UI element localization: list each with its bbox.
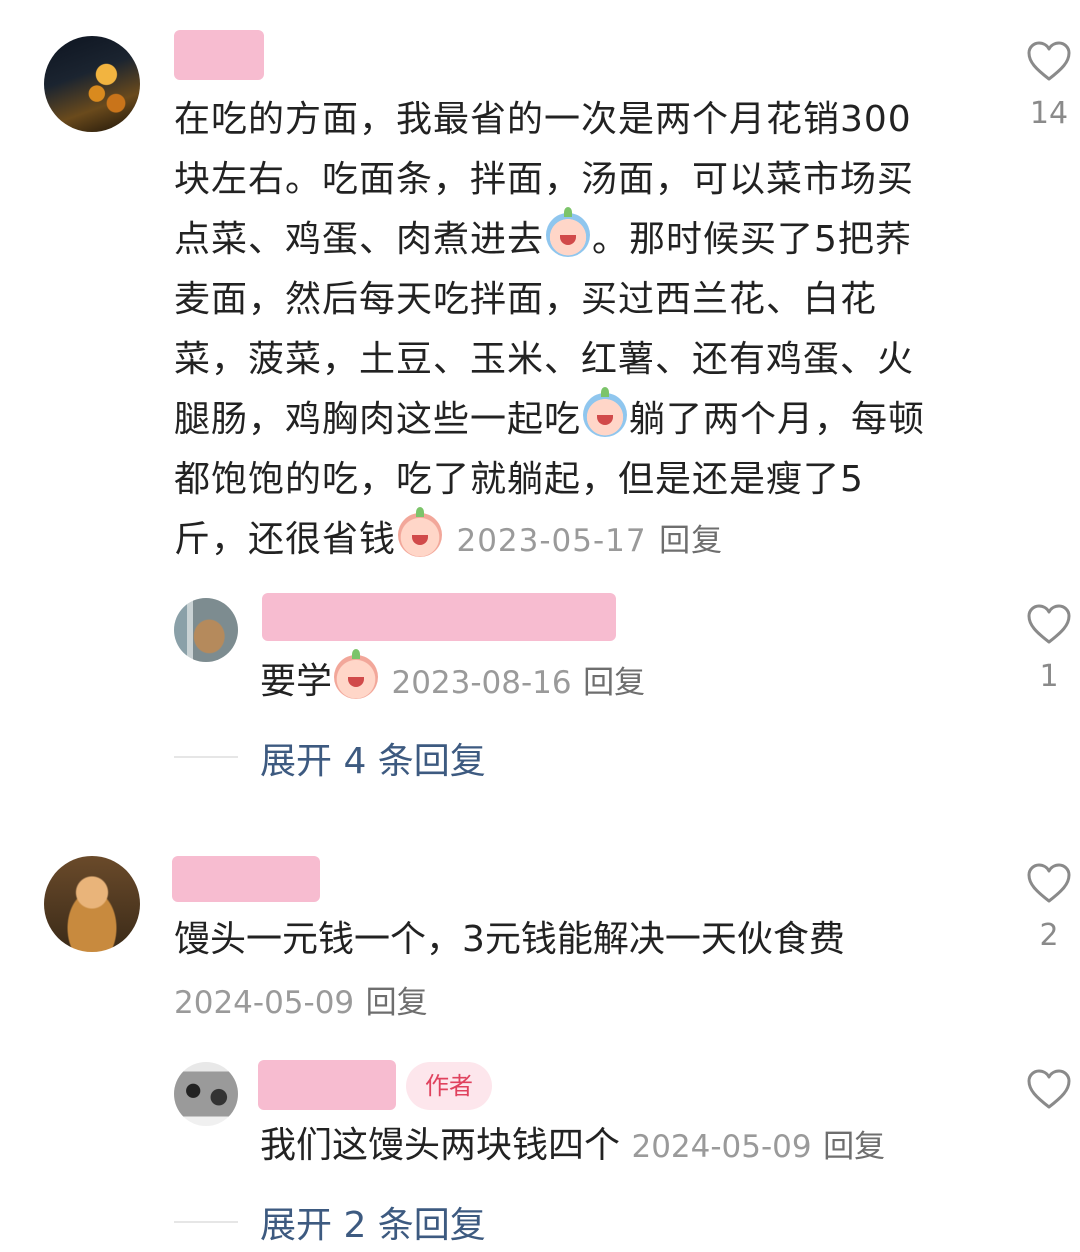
- username-redacted[interactable]: [258, 1060, 396, 1110]
- comment-text: 馒头一元钱一个，3元钱能解决一天伙食费: [174, 919, 845, 960]
- crying-emoji-icon: [583, 387, 628, 437]
- comment-thread: 在吃的方面，我最省的一次是两个月花销300 块左右。吃面条，拌面，汤面，可以菜市…: [0, 0, 1080, 1252]
- reply-button[interactable]: 回复: [366, 985, 428, 1021]
- heart-outline-icon: [1027, 604, 1071, 644]
- comment-line: 点菜、鸡蛋、肉煮进去 。那时候买了5把荞: [174, 207, 974, 270]
- username-redacted[interactable]: [172, 856, 320, 902]
- like-button[interactable]: [1019, 1068, 1079, 1110]
- comment-line: 斤，还很省钱 2023-05-17 回复: [174, 507, 974, 571]
- avatar[interactable]: [174, 1062, 238, 1126]
- heart-outline-icon: [1027, 41, 1071, 81]
- comment-date: 2024-05-09: [174, 985, 355, 1021]
- peach-emoji-icon: [334, 649, 379, 699]
- heart-outline-icon: [1027, 863, 1071, 903]
- comment-date: 2023-05-17: [456, 523, 647, 559]
- avatar[interactable]: [44, 856, 140, 952]
- comment-line: 在吃的方面，我最省的一次是两个月花销300: [174, 99, 912, 140]
- comment-line: 菜，菠菜，土豆、玉米、红薯、还有鸡蛋、火: [174, 339, 915, 380]
- comment-line: 都饱饱的吃，吃了就躺起，但是还是瘦了5: [174, 459, 864, 500]
- comment-date: 2023-08-16: [391, 665, 572, 701]
- comment-line: 块左右。吃面条，拌面，汤面，可以菜市场买: [174, 159, 915, 200]
- avatar[interactable]: [44, 36, 140, 132]
- reply-text: 要学: [260, 661, 333, 702]
- username-redacted[interactable]: [262, 593, 616, 641]
- heart-outline-icon: [1027, 1069, 1071, 1109]
- reply-text: 我们这馒头两块钱四个: [260, 1125, 621, 1166]
- author-badge: 作者: [406, 1062, 492, 1110]
- like-count: 14: [1029, 96, 1069, 131]
- comment-line: 腿肠，鸡胸肉这些一起吃 躺了两个月，每顿: [174, 387, 974, 450]
- comment-text: 在吃的方面，我最省的一次是两个月花销300 块左右。吃面条，拌面，汤面，可以菜市…: [174, 90, 974, 571]
- comment-date: 2024-05-09: [631, 1129, 812, 1165]
- expand-replies-button[interactable]: 展开 2 条回复: [260, 1196, 486, 1248]
- divider: [174, 756, 238, 758]
- divider: [174, 1221, 238, 1223]
- reply-text-line: 我们这馒头两块钱四个 2024-05-09 回复: [260, 1116, 885, 1177]
- comment-meta: 2024-05-09 回复: [174, 972, 428, 1033]
- comment-line: 麦面，然后每天吃拌面，买过西兰花、白花: [174, 279, 878, 320]
- like-button[interactable]: 1: [1019, 603, 1079, 697]
- reply-button[interactable]: 回复: [823, 1129, 885, 1165]
- like-count: 1: [1039, 659, 1059, 694]
- like-count: 2: [1039, 918, 1059, 953]
- reply-text-line: 要学 2023-08-16 回复: [260, 649, 645, 713]
- reply-button[interactable]: 回复: [659, 523, 723, 559]
- expand-replies-button[interactable]: 展开 4 条回复: [260, 732, 486, 784]
- like-button[interactable]: 14: [1019, 40, 1079, 134]
- reply-button[interactable]: 回复: [583, 665, 645, 701]
- like-button[interactable]: 2: [1019, 862, 1079, 956]
- avatar[interactable]: [174, 598, 238, 662]
- crying-emoji-icon: [546, 207, 591, 257]
- username-redacted[interactable]: [174, 30, 264, 80]
- crying-peach-emoji-icon: [398, 507, 443, 557]
